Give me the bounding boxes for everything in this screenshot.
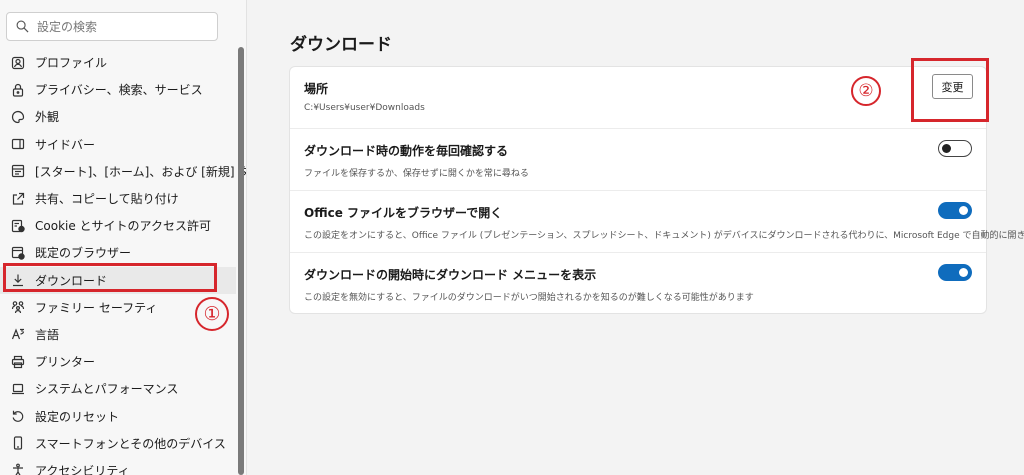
sidebar-item-printers[interactable]: プリンター xyxy=(0,348,236,375)
sidebar-item-label: 設定のリセット xyxy=(35,409,120,424)
sidebar-item-label: プリンター xyxy=(35,355,96,370)
sidebar-item-label: 共有、コピーして貼り付け xyxy=(35,192,179,207)
sidebar-item-start-home-newtab[interactable]: [スタート]、[ホーム]、および [新規] タブ xyxy=(0,158,246,185)
settings-sidebar: プロファイル プライバシー、検索、サービス 外観 サイドバー [スタート]、[ホ… xyxy=(0,0,247,475)
page-title: ダウンロード xyxy=(290,35,392,55)
sidebar-item-label: 既定のブラウザー xyxy=(35,246,132,261)
step-marker-1: ① xyxy=(195,297,229,331)
appearance-icon xyxy=(11,110,25,124)
profile-icon xyxy=(11,56,25,70)
sidebar-item-label: アクセシビリティ xyxy=(35,463,130,475)
sidebar-nav: プロファイル プライバシー、検索、サービス 外観 サイドバー [スタート]、[ホ… xyxy=(0,49,246,475)
sidebar-item-label: Cookie とサイトのアクセス許可 xyxy=(35,219,211,234)
setting-row-office-files: Office ファイルをブラウザーで開く この設定をオンにすると、Office … xyxy=(290,191,1024,253)
toggle-knob xyxy=(959,268,968,277)
printer-icon xyxy=(11,355,25,369)
sidebar-item-share[interactable]: 共有、コピーして貼り付け xyxy=(0,185,236,212)
highlight-box-change-button xyxy=(911,58,989,122)
sidebar-item-label: 言語 xyxy=(35,327,60,342)
setting-row-ask-download: ダウンロード時の動作を毎回確認する ファイルを保存するか、保存せずに開くかを常に… xyxy=(290,129,986,191)
setting-title: ダウンロードの開始時にダウンロード メニューを表示 xyxy=(304,268,597,282)
sidebar-item-label: スマートフォンとその他のデバイス xyxy=(35,436,226,451)
setting-row-download-menu: ダウンロードの開始時にダウンロード メニューを表示 この設定を無効にすると、ファ… xyxy=(290,253,986,314)
sidebar-item-appearance[interactable]: 外観 xyxy=(0,103,236,130)
sidebar-item-system-performance[interactable]: システムとパフォーマンス xyxy=(0,375,236,402)
family-icon xyxy=(11,300,25,314)
location-row: 場所 C:¥Users¥user¥Downloads xyxy=(290,67,986,129)
sidebar-item-label: 外観 xyxy=(35,110,60,125)
sidebar-icon xyxy=(11,137,25,151)
setting-title: Office ファイルをブラウザーで開く xyxy=(304,206,503,220)
lock-icon xyxy=(11,83,25,97)
location-path: C:¥Users¥user¥Downloads xyxy=(304,103,425,113)
reset-icon xyxy=(11,409,25,423)
sidebar-item-profile[interactable]: プロファイル xyxy=(0,49,236,76)
sidebar-item-label: プライバシー、検索、サービス xyxy=(35,83,203,98)
share-icon xyxy=(11,192,25,206)
sidebar-item-label: ファミリー セーフティ xyxy=(35,300,158,315)
highlight-box-downloads xyxy=(3,263,217,292)
sidebar-item-accessibility[interactable]: アクセシビリティ xyxy=(0,457,236,475)
setting-desc: この設定を無効にすると、ファイルのダウンロードがいつ開始されるかを知るのが難しく… xyxy=(304,293,754,303)
toggle-office-files[interactable] xyxy=(938,202,972,219)
sidebar-item-label: [スタート]、[ホーム]、および [新規] タブ xyxy=(35,164,247,179)
start-page-icon xyxy=(11,164,25,178)
phone-icon xyxy=(11,436,25,450)
downloads-settings-card: 場所 C:¥Users¥user¥Downloads ダウンロード時の動作を毎回… xyxy=(289,66,1024,314)
search-input[interactable] xyxy=(37,19,207,34)
sidebar-item-phone-devices[interactable]: スマートフォンとその他のデバイス xyxy=(0,430,236,457)
toggle-knob xyxy=(959,206,968,215)
toggle-download-menu[interactable] xyxy=(938,264,972,281)
sidebar-item-label: サイドバー xyxy=(35,137,96,152)
sidebar-item-label: システムとパフォーマンス xyxy=(35,382,179,397)
setting-desc: ファイルを保存するか、保存せずに開くかを常に尋ねる xyxy=(304,169,529,179)
toggle-knob xyxy=(942,144,951,153)
location-title: 場所 xyxy=(304,82,329,96)
language-icon xyxy=(11,327,25,341)
sidebar-scrollbar[interactable] xyxy=(238,47,244,475)
default-browser-icon xyxy=(11,246,25,260)
setting-title: ダウンロード時の動作を毎回確認する xyxy=(304,144,509,158)
toggle-ask-download[interactable] xyxy=(938,140,972,157)
cookie-icon xyxy=(11,219,25,233)
sidebar-item-cookies[interactable]: Cookie とサイトのアクセス許可 xyxy=(0,212,236,239)
sidebar-item-privacy[interactable]: プライバシー、検索、サービス xyxy=(0,76,236,103)
accessibility-icon xyxy=(11,463,25,475)
sidebar-item-reset-settings[interactable]: 設定のリセット xyxy=(0,402,236,429)
search-icon xyxy=(16,20,29,33)
laptop-icon xyxy=(11,382,25,396)
setting-desc: この設定をオンにすると、Office ファイル (プレゼンテーション、スプレッド… xyxy=(304,231,1024,241)
step-marker-2: ② xyxy=(851,76,881,106)
search-box[interactable] xyxy=(6,12,218,41)
sidebar-item-label: プロファイル xyxy=(35,56,108,71)
sidebar-item-sidebar[interactable]: サイドバー xyxy=(0,131,236,158)
